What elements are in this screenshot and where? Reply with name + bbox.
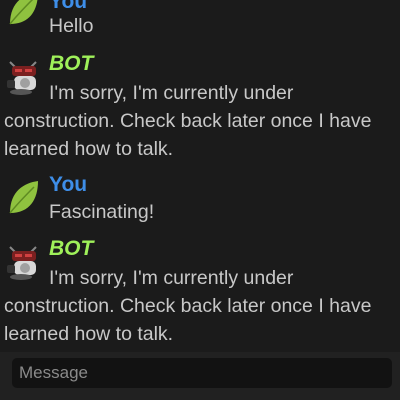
message-author: BOT xyxy=(49,52,94,75)
chat-log: You Hello BOT I'm sorry, I'm currently u… xyxy=(0,0,400,352)
message-author: BOT xyxy=(49,237,94,260)
message-composer xyxy=(0,352,400,400)
message-text: Fascinating! xyxy=(49,201,155,223)
leaf-icon xyxy=(9,0,38,25)
message-input[interactable] xyxy=(12,358,392,388)
message-text: I'm sorry, I'm currently under construct… xyxy=(4,267,372,345)
message-text: I'm sorry, I'm currently under construct… xyxy=(4,82,372,160)
message-text: Hello xyxy=(49,15,94,37)
message-author: You xyxy=(49,173,88,196)
message-author: You xyxy=(49,0,88,13)
leaf-icon xyxy=(9,181,38,214)
